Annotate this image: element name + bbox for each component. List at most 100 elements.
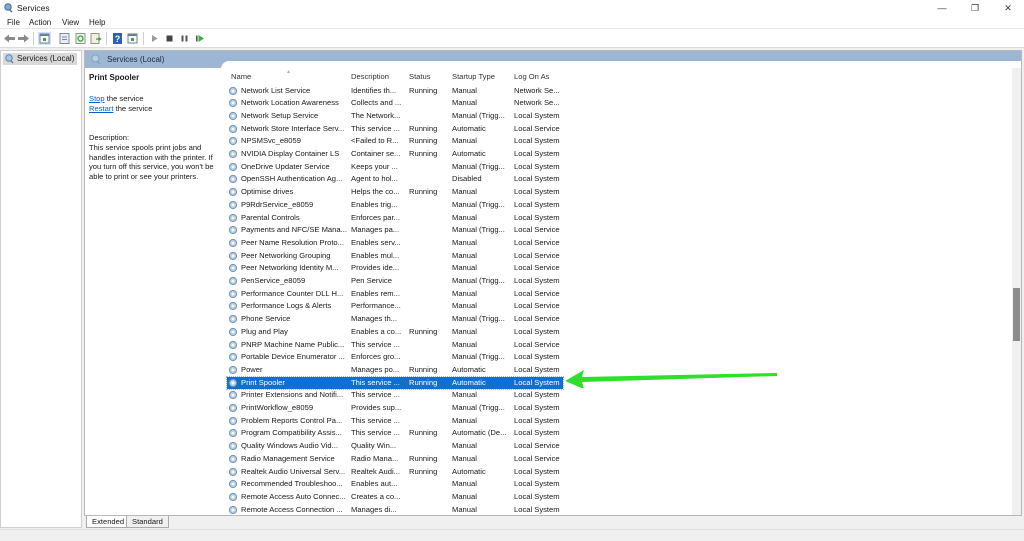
selected-service-name: Print Spooler xyxy=(89,73,140,82)
service-description: Manages di... xyxy=(351,504,397,514)
table-row[interactable]: Network Setup Service The Network... Manua… xyxy=(227,110,563,123)
restart-service-icon[interactable] xyxy=(193,32,206,45)
table-row[interactable]: Performance Counter DLL H... Enables rem.… xyxy=(227,288,563,301)
pause-service-icon[interactable] xyxy=(178,32,191,45)
service-gear-icon xyxy=(228,480,238,489)
table-row[interactable]: Realtek Audio Universal Serv... Realtek A… xyxy=(227,466,563,479)
tree-item-services-local[interactable]: Services (Local) xyxy=(3,53,78,65)
window-title: Services xyxy=(17,3,50,13)
restart-service-link[interactable]: Restart xyxy=(89,104,113,113)
column-header-startup-type[interactable]: Startup Type xyxy=(452,72,495,81)
services-app-icon xyxy=(4,3,13,13)
table-row[interactable]: Payments and NFC/SE Mana... Manages pa...… xyxy=(227,224,563,237)
scrollbar-thumb[interactable] xyxy=(1013,288,1020,341)
service-log-on-as: Local System xyxy=(514,377,560,387)
service-status: Running xyxy=(409,453,438,463)
menu-file[interactable]: File xyxy=(7,18,20,27)
tab-extended[interactable]: Extended xyxy=(86,516,131,528)
service-log-on-as: Local System xyxy=(514,479,560,489)
table-row[interactable]: Power Manages po... Running Automatic Local … xyxy=(227,364,563,377)
table-row[interactable]: Peer Networking Identity M... Provides id… xyxy=(227,262,563,275)
show-hide-console-tree-icon[interactable] xyxy=(38,32,51,45)
menu-bar: File Action View Help xyxy=(0,16,1024,29)
service-startup-type: Manual xyxy=(452,212,477,222)
minimize-button[interactable]: — xyxy=(930,1,954,15)
service-name: Peer Name Resolution Proto... xyxy=(241,237,344,247)
service-name: Program Compatibility Assis... xyxy=(241,428,342,438)
back-icon[interactable] xyxy=(3,32,16,45)
service-name: Recommended Troubleshoo... xyxy=(241,479,343,489)
tab-standard[interactable]: Standard xyxy=(126,516,169,528)
service-description: This service ... xyxy=(351,415,400,425)
column-header-log-on-as[interactable]: Log On As xyxy=(514,72,549,81)
table-row[interactable]: Performance Logs & Alerts Performance... M… xyxy=(227,300,563,313)
svg-text:?: ? xyxy=(115,34,121,44)
table-row[interactable]: Problem Reports Control Pa... This servic… xyxy=(227,415,563,428)
table-row[interactable]: OneDrive Updater Service Keeps your ... Ma… xyxy=(227,161,563,174)
table-row[interactable]: PNRP Machine Name Public... This service … xyxy=(227,339,563,352)
export-list-icon[interactable] xyxy=(89,32,102,45)
stop-service-icon[interactable] xyxy=(163,32,176,45)
service-name: Peer Networking Grouping xyxy=(241,250,331,260)
table-row[interactable]: Remote Access Auto Connec... Creates a co… xyxy=(227,491,563,504)
table-row[interactable]: Peer Networking Grouping Enables mul... Ma… xyxy=(227,250,563,263)
restore-button[interactable]: ❐ xyxy=(963,1,987,15)
table-row[interactable]: P9RdrService_e8059 Enables trig... Manual … xyxy=(227,199,563,212)
menu-action[interactable]: Action xyxy=(29,18,51,27)
stop-service-link[interactable]: Stop xyxy=(89,94,105,103)
service-startup-type: Manual xyxy=(452,85,477,95)
table-row[interactable]: Network Location Awareness Collects and .… xyxy=(227,97,563,110)
service-gear-icon xyxy=(228,416,238,425)
refresh-icon[interactable] xyxy=(74,32,87,45)
table-row-selected[interactable]: Print Spooler This service ... Running Auto… xyxy=(226,375,564,391)
service-status: Running xyxy=(409,85,438,95)
table-row[interactable]: Network Store Interface Serv... This serv… xyxy=(227,123,563,136)
service-startup-type: Manual (Trigg... xyxy=(452,314,505,324)
table-row[interactable]: Plug and Play Enables a co... Running Manua… xyxy=(227,326,563,339)
table-row[interactable]: Recommended Troubleshoo... Enables aut...… xyxy=(227,478,563,491)
service-description: This service ... xyxy=(351,339,400,349)
service-log-on-as: Local System xyxy=(514,187,560,197)
table-row[interactable]: Optimise drives Helps the co... Running Man… xyxy=(227,186,563,199)
service-name: Power xyxy=(241,364,263,374)
table-row[interactable]: Phone Service Manages th... Manual (Trigg.… xyxy=(227,313,563,326)
service-startup-type: Manual (Trigg... xyxy=(452,276,505,285)
column-header-description[interactable]: Description xyxy=(351,72,389,81)
table-row[interactable]: NVIDIA Display Container LS Container se.… xyxy=(227,148,563,161)
service-log-on-as: Local System xyxy=(514,390,560,400)
column-header-name[interactable]: Name xyxy=(231,72,251,81)
service-description: Enables aut... xyxy=(351,479,398,489)
service-log-on-as: Local System xyxy=(514,212,560,222)
properties-icon[interactable] xyxy=(58,32,71,45)
vertical-scrollbar[interactable] xyxy=(1012,68,1021,515)
table-row[interactable]: Parental Controls Enforces par... Manual Lo… xyxy=(227,212,563,225)
table-row[interactable]: PrintWorkflow_e8059 Provides sup... Manual… xyxy=(227,402,563,415)
table-row[interactable]: Program Compatibility Assis... This servi… xyxy=(227,427,563,440)
table-row[interactable]: OpenSSH Authentication Ag... Agent to hol… xyxy=(227,173,563,186)
table-row[interactable]: NPSMSvc_e8059 <Failed to R... Running Manua… xyxy=(227,135,563,148)
service-description: Performance... xyxy=(351,301,401,311)
table-row[interactable]: Radio Management Service Radio Mana... Run… xyxy=(227,453,563,466)
forward-icon[interactable] xyxy=(17,32,30,45)
service-gear-icon xyxy=(228,454,238,463)
table-row[interactable]: Remote Access Connection ... Manages di..… xyxy=(227,504,563,515)
show-hide-action-pane-icon[interactable] xyxy=(126,32,139,45)
service-description: Manages th... xyxy=(351,314,398,324)
service-gear-icon xyxy=(228,99,238,108)
help-icon[interactable]: ? xyxy=(111,32,124,45)
start-service-icon[interactable] xyxy=(148,32,161,45)
menu-view[interactable]: View xyxy=(62,18,79,27)
menu-help[interactable]: Help xyxy=(89,18,105,27)
table-row[interactable]: Printer Extensions and Notifi... This ser… xyxy=(227,389,563,402)
table-row[interactable]: Peer Name Resolution Proto... Enables ser… xyxy=(227,237,563,250)
service-gear-icon xyxy=(228,403,238,413)
column-header-status[interactable]: Status xyxy=(409,72,431,81)
table-row[interactable]: Portable Device Enumerator ... Enforces g… xyxy=(227,351,563,364)
table-row[interactable]: Network List Service Identifies th... Runn… xyxy=(227,85,563,98)
close-button[interactable]: ✕ xyxy=(996,1,1020,15)
table-row[interactable]: PenService_e8059 Pen Service Manual (Trigg… xyxy=(227,275,563,288)
service-name: Payments and NFC/SE Mana... xyxy=(241,225,347,235)
toolbar: ? xyxy=(0,29,1024,48)
service-gear-icon xyxy=(228,111,238,120)
table-row[interactable]: Quality Windows Audio Vid... Quality Win.… xyxy=(227,440,563,453)
